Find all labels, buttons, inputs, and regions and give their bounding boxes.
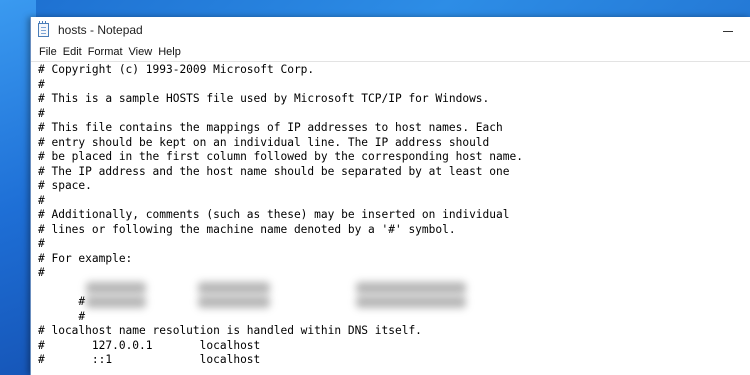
menu-edit[interactable]: Edit [63,43,82,61]
menu-format[interactable]: Format [88,43,123,61]
minimize-button[interactable] [705,17,750,43]
redacted-blur [86,281,146,294]
menu-view[interactable]: View [129,43,153,61]
text-line: # ::1 localhost [38,353,261,366]
title-bar[interactable]: hosts - Notepad [31,17,750,43]
redacted-line: # [38,281,750,308]
redacted-blur [198,296,270,308]
text-line: # entry should be kept on an individual … [38,135,490,149]
text-line: # Additionally, comments (such as these)… [38,208,510,221]
text-line: # Copyright (c) 1993-2009 Microsoft Corp… [38,63,315,76]
menu-file[interactable]: File [39,43,57,61]
redacted-line [38,310,750,325]
text-line: # [38,77,45,91]
text-line: # lines or following the machine name de… [38,222,456,236]
text-line: # localhost name resolution is handled w… [38,324,422,337]
text-line: # [38,237,45,250]
text-line: # For example: [38,251,133,265]
menu-help[interactable]: Help [158,43,181,61]
redacted-blur [198,281,270,294]
notepad-window: hosts - Notepad File Edit Format View He… [30,17,750,375]
text-line: # [38,193,45,207]
notepad-icon [38,21,49,37]
text-line: # This file contains the mappings of IP … [38,121,503,134]
text-line: # space. [38,179,92,192]
text-line: # [38,106,45,120]
text-line: # [38,266,45,279]
redacted-blur [86,296,146,308]
text-editor[interactable]: # Copyright (c) 1993-2009 Microsoft Corp… [31,61,750,375]
redacted-blur [356,281,466,294]
redacted-line: # [38,295,750,323]
text-line: # 127.0.0.1 localhost [38,338,261,352]
menu-bar: File Edit Format View Help [31,43,750,61]
window-title: hosts - Notepad [58,23,143,37]
text-line: # The IP address and the host name shoul… [38,164,510,178]
redacted-blur [356,296,466,308]
text-line: # be placed in the first column followed… [38,150,523,163]
text-line: # This is a sample HOSTS file used by Mi… [38,92,490,105]
minimize-icon [723,30,733,32]
